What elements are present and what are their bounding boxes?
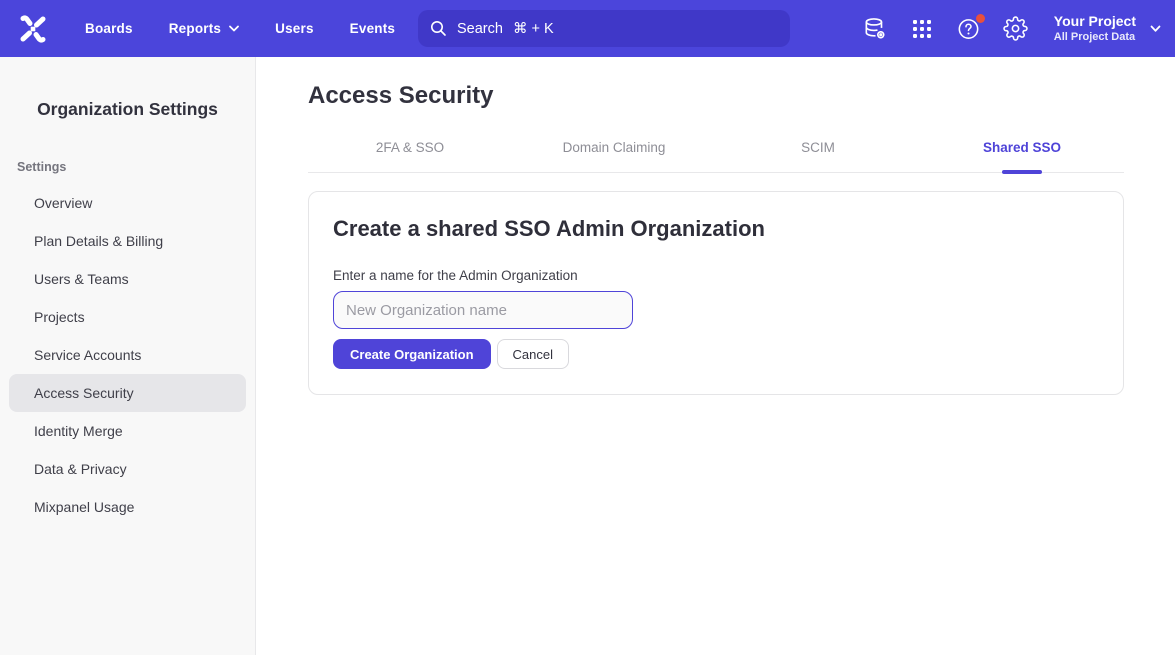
sidebar-item-access-security[interactable]: Access Security — [9, 374, 246, 412]
nav-item-label: Reports — [169, 21, 221, 36]
sidebar-section-label: Settings — [17, 160, 255, 174]
tab-label: Shared SSO — [983, 140, 1061, 155]
sidebar-item-projects[interactable]: Projects — [9, 298, 246, 336]
main-content: Access Security 2FA & SSO Domain Claimin… — [256, 57, 1175, 655]
sidebar-item-label: Identity Merge — [34, 423, 123, 439]
nav-item-events[interactable]: Events — [350, 21, 395, 36]
sidebar-item-overview[interactable]: Overview — [9, 184, 246, 222]
card-title: Create a shared SSO Admin Organization — [333, 216, 1099, 242]
organization-name-input[interactable] — [333, 291, 633, 329]
nav-item-label: Users — [275, 21, 314, 36]
search-shortcut-hint: ⌘ + K — [513, 21, 554, 37]
create-organization-button[interactable]: Create Organization — [333, 339, 491, 369]
sidebar-item-plan-details-billing[interactable]: Plan Details & Billing — [9, 222, 246, 260]
sidebar-item-label: Projects — [34, 309, 85, 325]
organization-name-label: Enter a name for the Admin Organization — [333, 268, 1099, 283]
sidebar-item-label: Users & Teams — [34, 271, 129, 287]
sidebar-item-mixpanel-usage[interactable]: Mixpanel Usage — [9, 488, 246, 526]
project-selector-texts: Your Project All Project Data — [1054, 13, 1136, 44]
nav-item-label: Boards — [85, 21, 133, 36]
tab-label: Domain Claiming — [563, 140, 666, 155]
access-security-tabs: 2FA & SSO Domain Claiming SCIM Shared SS… — [308, 140, 1124, 173]
settings-gear-icon[interactable] — [1003, 16, 1029, 42]
cancel-button[interactable]: Cancel — [497, 339, 569, 369]
organization-settings-sidebar: Organization Settings Settings Overview … — [0, 57, 256, 655]
tab-shared-sso[interactable]: Shared SSO — [920, 140, 1124, 172]
sidebar-item-label: Access Security — [34, 385, 134, 401]
notification-dot — [976, 14, 985, 23]
global-search-input[interactable]: Search ⌘ + K — [418, 10, 790, 47]
page-title: Access Security — [308, 82, 1175, 110]
nav-item-label: Events — [350, 21, 395, 36]
page-body: Organization Settings Settings Overview … — [0, 57, 1175, 655]
tab-label: SCIM — [801, 140, 835, 155]
help-icon[interactable] — [956, 16, 982, 42]
data-management-icon[interactable] — [862, 16, 888, 42]
tab-scim[interactable]: SCIM — [716, 140, 920, 172]
top-navigation-bar: Boards Reports Users Events Search ⌘ + K — [0, 0, 1175, 57]
project-data-scope: All Project Data — [1054, 30, 1135, 44]
nav-item-users[interactable]: Users — [275, 21, 314, 36]
search-icon — [430, 20, 447, 37]
card-actions: Create Organization Cancel — [333, 339, 1099, 369]
nav-item-reports[interactable]: Reports — [169, 21, 239, 36]
sidebar-item-label: Overview — [34, 195, 92, 211]
sidebar-item-data-privacy[interactable]: Data & Privacy — [9, 450, 246, 488]
topbar-right-cluster: Your Project All Project Data — [862, 0, 1161, 57]
nav-item-boards[interactable]: Boards — [85, 21, 133, 36]
create-shared-sso-card: Create a shared SSO Admin Organization E… — [308, 191, 1124, 395]
mixpanel-logo-icon[interactable] — [15, 12, 51, 46]
project-selector[interactable]: Your Project All Project Data — [1054, 13, 1161, 44]
sidebar-title: Organization Settings — [0, 99, 255, 120]
primary-nav: Boards Reports Users Events — [85, 21, 431, 36]
tab-label: 2FA & SSO — [376, 140, 444, 155]
chevron-down-icon — [1150, 20, 1161, 38]
project-name: Your Project — [1054, 13, 1136, 30]
sidebar-item-label: Service Accounts — [34, 347, 141, 363]
sidebar-item-label: Plan Details & Billing — [34, 233, 163, 249]
sidebar-item-users-teams[interactable]: Users & Teams — [9, 260, 246, 298]
search-placeholder: Search — [457, 21, 503, 37]
chevron-down-icon — [229, 25, 239, 32]
tab-domain-claiming[interactable]: Domain Claiming — [512, 140, 716, 172]
apps-grid-icon[interactable] — [909, 16, 935, 42]
active-tab-indicator — [1002, 170, 1042, 174]
tab-2fa-sso[interactable]: 2FA & SSO — [308, 140, 512, 172]
sidebar-item-label: Data & Privacy — [34, 461, 127, 477]
sidebar-item-service-accounts[interactable]: Service Accounts — [9, 336, 246, 374]
sidebar-item-label: Mixpanel Usage — [34, 499, 134, 515]
sidebar-item-identity-merge[interactable]: Identity Merge — [9, 412, 246, 450]
